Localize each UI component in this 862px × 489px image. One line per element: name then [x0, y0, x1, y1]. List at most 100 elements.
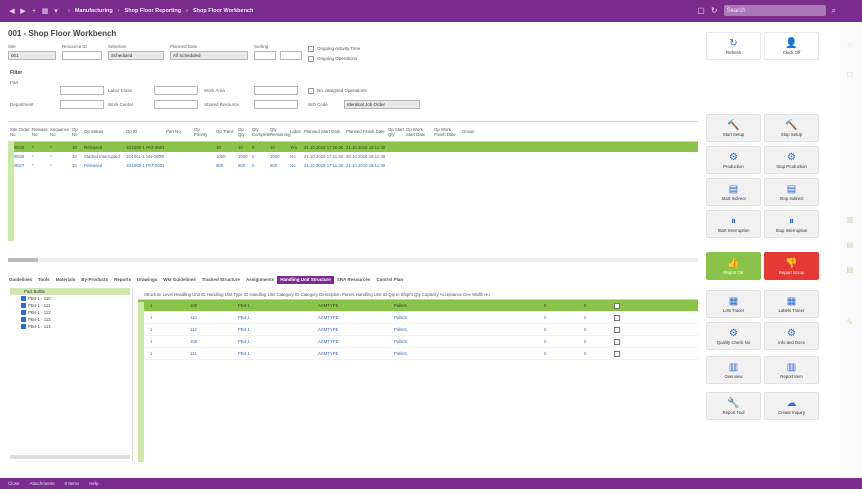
edit-icon[interactable]: ✎: [845, 318, 855, 328]
tree-header[interactable]: Part Bottle: [10, 288, 130, 295]
favorite-icon[interactable]: ☆: [845, 40, 855, 50]
production-button[interactable]: ⚙ Production: [706, 146, 761, 174]
document-icon[interactable]: ▤: [845, 240, 855, 250]
stop-production-button[interactable]: ⚙ Stop Production: [764, 146, 819, 174]
grid-horizontal-scrollbar[interactable]: [8, 258, 698, 262]
grid-column-header[interactable]: Op Priority: [192, 127, 214, 137]
report-tool-button[interactable]: 🔧 Report Tool: [706, 392, 761, 420]
start-setup-button[interactable]: 🔨 Start Setup: [706, 114, 761, 142]
breadcrumb-item[interactable]: Shop Floor Reporting: [125, 8, 182, 14]
grid-column-header[interactable]: Sequence No: [48, 127, 70, 137]
tab-assignments[interactable]: Assignments: [243, 276, 277, 284]
work-center-field[interactable]: [154, 100, 198, 109]
add-icon[interactable]: +: [30, 7, 38, 15]
breadcrumb-item[interactable]: Manufacturing: [75, 8, 113, 14]
status-bar-item[interactable]: Attachments: [30, 481, 55, 486]
stop-setup-button[interactable]: 🔨 Stop Setup: [764, 114, 819, 142]
table-row[interactable]: 1 112 PB4-1 ASMTYPE Pallets 0 0: [138, 324, 698, 336]
table-row[interactable]: 800027 * * 10 Released 1D1000-1 PAT-0001 800 80…: [8, 161, 698, 170]
table-row[interactable]: 1 111 PB4-1 ASMTYPE Pallets 0 0: [138, 348, 698, 360]
status-bar-item[interactable]: Help: [89, 481, 98, 486]
grid-column-header[interactable]: Planned Finish Date: [344, 129, 386, 134]
selection-select[interactable]: Scheduled: [108, 51, 164, 60]
lots-tracer-button[interactable]: ▦ Lots Tracer: [706, 290, 761, 318]
work-area-field[interactable]: [254, 86, 298, 95]
refresh-button[interactable]: ↻ Refresh: [706, 32, 761, 60]
tab-sra-resources[interactable]: SRA Resources: [334, 276, 374, 284]
search-icon[interactable]: ⌕: [832, 6, 836, 16]
planned-date-select[interactable]: All Scheduled: [170, 51, 248, 60]
tree-item[interactable]: PB4-1 - 111: [10, 302, 130, 309]
grid-column-header[interactable]: Op Status: [82, 129, 124, 134]
tab-guidelines[interactable]: Guidelines: [6, 276, 35, 284]
sidebar-icon[interactable]: □: [845, 70, 855, 80]
tab-materials[interactable]: Materials: [53, 276, 79, 284]
resource-field[interactable]: [62, 51, 102, 60]
grid-column-header[interactable]: Op Trans: [214, 129, 236, 134]
sorting-field-1[interactable]: [254, 51, 276, 60]
row-checkbox[interactable]: [614, 326, 620, 333]
create-inquiry-button[interactable]: ☁ Create Inquiry: [764, 392, 819, 420]
tab-reports[interactable]: Reports: [111, 276, 134, 284]
refresh-icon[interactable]: ↻: [711, 6, 718, 15]
tree-horizontal-scrollbar[interactable]: [10, 455, 130, 459]
report-item-button[interactable]: ▥ Report Item: [764, 356, 819, 384]
row-checkbox[interactable]: [614, 350, 620, 357]
grid-icon[interactable]: ▦: [41, 7, 49, 15]
wo-code-select[interactable]: Identical Job Order: [344, 100, 420, 109]
status-bar-item[interactable]: Close: [8, 481, 20, 486]
grid-column-header[interactable]: Op Qty: [236, 127, 250, 137]
labor-class-field[interactable]: [154, 86, 198, 95]
sorting-field-2[interactable]: [280, 51, 302, 60]
stop-interruption-button[interactable]: ⏸ Stop Interruption: [764, 210, 819, 238]
grid-column-header[interactable]: Group: [460, 129, 480, 134]
table-row[interactable]: 800026 * * 10 Started Interrupted 1D1001-1 SN…: [8, 152, 698, 161]
tab-handling-unit-structure[interactable]: Handling Unit Structure: [277, 276, 334, 284]
table-row[interactable]: 1 110 PB4-1 ASMTYPE Pallets 0 0: [138, 312, 698, 324]
grid-column-header[interactable]: Op Start Qty: [386, 127, 404, 137]
quality-check-button[interactable]: ⚙ Quality Check No: [706, 322, 761, 350]
menu-icon[interactable]: ▾: [52, 7, 60, 15]
report-ok-button[interactable]: 👍 Report OK: [706, 252, 761, 280]
ongoing-operations-checkbox[interactable]: [308, 56, 314, 62]
tab-by-products[interactable]: By-Products: [78, 276, 111, 284]
start-indirect-button[interactable]: ▤ Start Indirect: [706, 178, 761, 206]
ongoing-activity-checkbox[interactable]: [308, 46, 314, 52]
clock-off-button[interactable]: 👤 Clock Off: [764, 32, 819, 60]
grid-column-header[interactable]: Labor: [288, 129, 302, 134]
grid-column-header[interactable]: Op Work Finish Date: [432, 127, 460, 137]
grid-column-header[interactable]: Op No: [70, 127, 82, 137]
tree-item[interactable]: PB4-1 - 112: [10, 309, 130, 316]
status-bar-item[interactable]: 0 Items: [65, 481, 80, 486]
tab-wkt-guidelines[interactable]: Wkt Guidelines: [160, 276, 199, 284]
table-row[interactable]: 1 108 PB4-1 ASMTYPE Pallets 0 0: [138, 300, 698, 312]
search-input[interactable]: Search: [723, 5, 826, 16]
row-checkbox[interactable]: [614, 314, 620, 321]
row-checkbox[interactable]: [614, 302, 620, 309]
breadcrumb-item[interactable]: Shop Floor Workbench: [193, 8, 253, 14]
start-interruption-button[interactable]: ⏸ Start Interruption: [706, 210, 761, 238]
tree-item[interactable]: PB4-1 - 110: [10, 295, 130, 302]
scrollbar-thumb[interactable]: [8, 258, 38, 262]
overview-button[interactable]: ▥ Overview: [706, 356, 761, 384]
tab-tracked-structure[interactable]: Tracked Structure: [199, 276, 243, 284]
tree-item[interactable]: PB4-1 - 114: [10, 323, 130, 330]
row-checkbox[interactable]: [614, 338, 620, 345]
report-scrap-button[interactable]: 👎 Report Scrap: [764, 252, 819, 280]
forward-icon[interactable]: ▶: [19, 7, 27, 15]
table-row[interactable]: 800025 * * 10 Released 1D1000-1 PAT-0001 10 10 0…: [8, 142, 698, 152]
attachment-icon[interactable]: ▥: [845, 215, 855, 225]
tab-control-plan[interactable]: Control Plan: [373, 276, 406, 284]
stop-indirect-button[interactable]: ▤ Stop Indirect: [764, 178, 819, 206]
part-field[interactable]: [60, 86, 104, 95]
unassigned-checkbox[interactable]: [308, 88, 314, 94]
grid-column-header[interactable]: Qty Remaining: [268, 127, 291, 137]
table-row[interactable]: 1 109 PB4-1 ASMTYPE Pallets 0 0: [138, 336, 698, 348]
note-icon[interactable]: ▤: [845, 265, 855, 275]
info-docs-button[interactable]: ⚙ Info and Docs: [764, 322, 819, 350]
tree-item[interactable]: PB4-1 - 113: [10, 316, 130, 323]
notification-icon[interactable]: ▢: [697, 6, 705, 15]
labels-tracer-button[interactable]: ▦ Labels Tracer: [764, 290, 819, 318]
grid-column-header[interactable]: Release No: [30, 127, 48, 137]
grid-column-header[interactable]: Qty Complete: [250, 127, 270, 137]
